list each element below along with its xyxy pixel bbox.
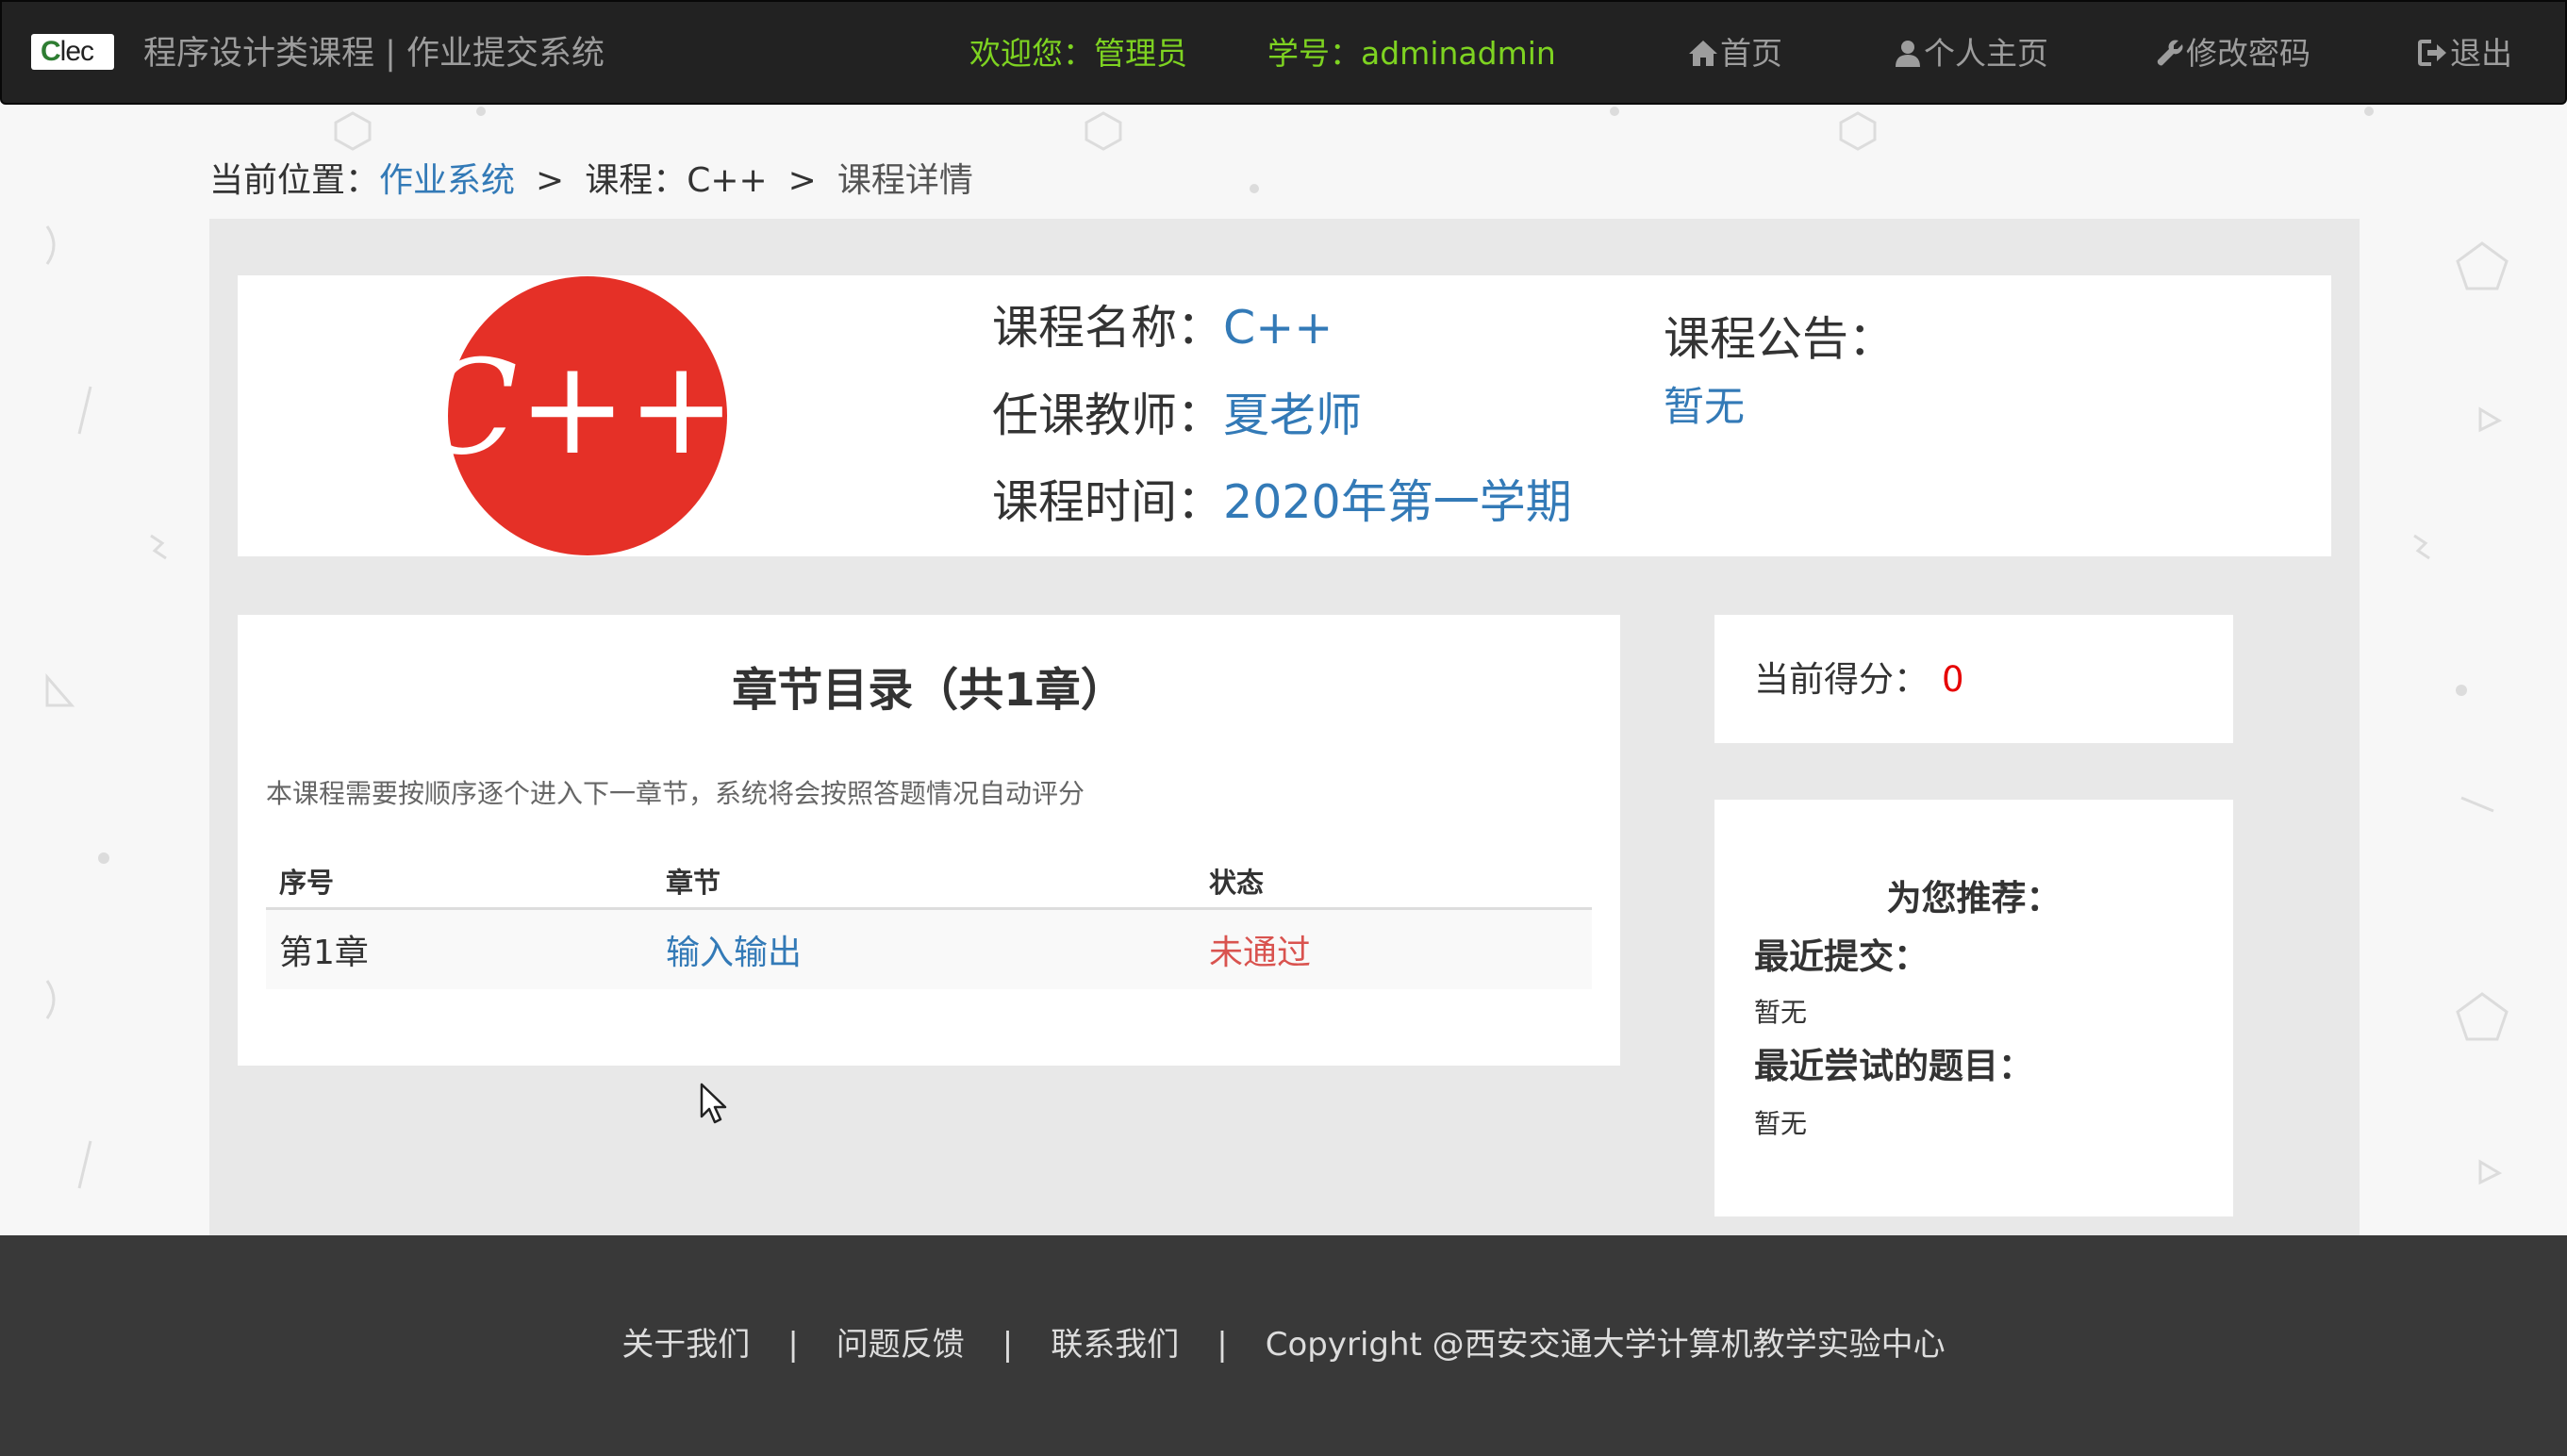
bg-hexagon	[1085, 111, 1122, 151]
recent-tried-label: 最近尝试的题目：	[1754, 1046, 2033, 1086]
top-navbar: Clec 程序设计类课程 | 作业提交系统 欢迎您：管理员 学号：adminad…	[0, 0, 2567, 105]
course-info-card: C++ 课程名称：C++ 任课教师：夏老师 课程时间：2020年第一学期 课程公…	[238, 275, 2331, 556]
footer-separator: |	[1002, 1326, 1014, 1364]
course-teacher-label: 任课教师：	[992, 389, 1224, 442]
chapter-list-card: 章节目录（共1章） 本课程需要按顺序逐个进入下一章节，系统将会按照答题情况自动评…	[238, 615, 1620, 1066]
nav-profile-label: 个人主页	[1924, 35, 2048, 72]
recent-tried-value: 暂无	[1754, 1108, 1808, 1139]
nav-logout-link[interactable]: 退出	[2418, 30, 2512, 77]
nav-home-link[interactable]: 首页	[1688, 30, 1782, 77]
bg-dot	[1610, 107, 1619, 116]
recommendation-title: 为您推荐：	[1886, 878, 2062, 918]
bg-line	[2460, 796, 2494, 813]
footer-copyright: Copyright @西安交通大学计算机教学实验中心	[1265, 1326, 1946, 1364]
score-line: 当前得分： 0	[1754, 654, 1964, 705]
table-header-row: 序号 章节 状态	[266, 854, 1592, 910]
site-title[interactable]: 程序设计类课程 | 作业提交系统	[143, 30, 604, 77]
course-time-value: 2020年第一学期	[1223, 475, 1572, 529]
breadcrumb-separator: >	[787, 161, 817, 200]
breadcrumb-root-link[interactable]: 作业系统	[379, 161, 515, 200]
recommendation-card: 为您推荐： 最近提交： 暂无 最近尝试的题目： 暂无	[1714, 800, 2233, 1216]
mouse-cursor-icon	[700, 1083, 727, 1124]
cpp-course-logo: C++	[447, 276, 728, 555]
breadcrumb-current: 课程详情	[836, 161, 973, 200]
home-icon	[1689, 41, 1717, 66]
bg-hexagon	[1839, 111, 1877, 151]
footer-feedback-link[interactable]: 问题反馈	[836, 1326, 965, 1364]
breadcrumb-prefix: 当前位置：	[209, 161, 380, 200]
course-notice-value: 暂无	[1664, 384, 1745, 431]
chapter-list-note: 本课程需要按顺序逐个进入下一章节，系统将会按照答题情况自动评分	[266, 778, 1085, 809]
score-label: 当前得分：	[1754, 659, 1929, 700]
chapter-index-cell: 第1章	[266, 908, 653, 989]
bg-triangle	[45, 672, 75, 707]
nav-change-password-label: 修改密码	[2186, 35, 2310, 72]
table-row: 第1章 输入输出 未通过	[266, 908, 1592, 989]
logout-icon	[2418, 40, 2446, 66]
bg-line	[77, 386, 92, 435]
bg-zigzag	[2413, 534, 2430, 560]
bg-dot	[476, 107, 486, 116]
footer-separator: |	[1217, 1326, 1228, 1364]
column-header-chapter: 章节	[653, 854, 1196, 910]
course-time-line: 课程时间：2020年第一学期	[992, 470, 1572, 536]
course-teacher-line: 任课教师：夏老师	[992, 383, 1362, 449]
bg-triangle	[2478, 406, 2503, 433]
bg-dot	[98, 852, 109, 864]
bg-dot	[2364, 107, 2374, 116]
course-teacher-value: 夏老师	[1223, 389, 1363, 442]
bg-triangle	[2478, 1159, 2503, 1185]
breadcrumb: 当前位置：作业系统 > 课程：C++ > 课程详情	[209, 155, 973, 207]
footer-contact-link[interactable]: 联系我们	[1051, 1326, 1179, 1364]
bg-dot	[2456, 685, 2467, 696]
nav-home-label: 首页	[1720, 35, 1782, 72]
chapter-status-cell: 未通过	[1196, 908, 1592, 989]
student-number: 学号：adminadmin	[1267, 35, 1556, 72]
recent-submit-value: 暂无	[1754, 997, 1808, 1028]
score-value: 0	[1942, 659, 1964, 700]
bg-hexagon	[334, 111, 372, 151]
main-content: C++ 课程名称：C++ 任课教师：夏老师 课程时间：2020年第一学期 课程公…	[209, 219, 2360, 1237]
welcome-text: 欢迎您：管理员	[969, 35, 1187, 72]
course-name-line: 课程名称：C++	[992, 295, 1333, 361]
recent-submit-label: 最近提交：	[1754, 936, 1929, 977]
bg-dot	[1250, 184, 1259, 193]
nav-change-password-link[interactable]: 修改密码	[2156, 30, 2310, 77]
bg-pentagon	[2456, 241, 2509, 290]
chapter-list-title: 章节目录（共1章）	[732, 664, 1126, 717]
score-card: 当前得分： 0	[1714, 615, 2233, 743]
bg-arc	[45, 980, 56, 1019]
chapter-link[interactable]: 输入输出	[653, 908, 1196, 989]
site-logo[interactable]: Clec	[31, 34, 114, 70]
bg-line	[77, 1140, 92, 1189]
page-footer: 关于我们 | 问题反馈 | 联系我们 | Copyright @西安交通大学计算机教学实验中…	[0, 1235, 2567, 1456]
footer-about-link[interactable]: 关于我们	[621, 1326, 750, 1364]
column-header-status: 状态	[1196, 854, 1592, 910]
bg-arc	[45, 225, 56, 265]
footer-links: 关于我们 | 问题反馈 | 联系我们 | Copyright @西安交通大学计算机教学实验中…	[0, 1322, 2567, 1367]
bg-zigzag	[150, 534, 167, 560]
chapter-table: 序号 章节 状态 第1章 输入输出 未通过	[266, 854, 1592, 989]
breadcrumb-course: 课程：C++	[585, 161, 768, 200]
wrench-icon	[2157, 40, 2183, 66]
course-logo-text: C++	[447, 332, 728, 484]
footer-separator: |	[787, 1326, 799, 1364]
breadcrumb-separator: >	[536, 161, 565, 200]
course-notice-label: 课程公告：	[1664, 312, 1896, 366]
bg-pentagon	[2456, 992, 2509, 1041]
course-name-label: 课程名称：	[992, 301, 1224, 355]
course-name-value: C++	[1223, 301, 1333, 355]
column-header-index: 序号	[266, 854, 653, 910]
course-time-label: 课程时间：	[992, 475, 1224, 529]
nav-profile-link[interactable]: 个人主页	[1894, 30, 2048, 77]
nav-logout-label: 退出	[2450, 35, 2512, 72]
user-icon	[1896, 41, 1920, 67]
